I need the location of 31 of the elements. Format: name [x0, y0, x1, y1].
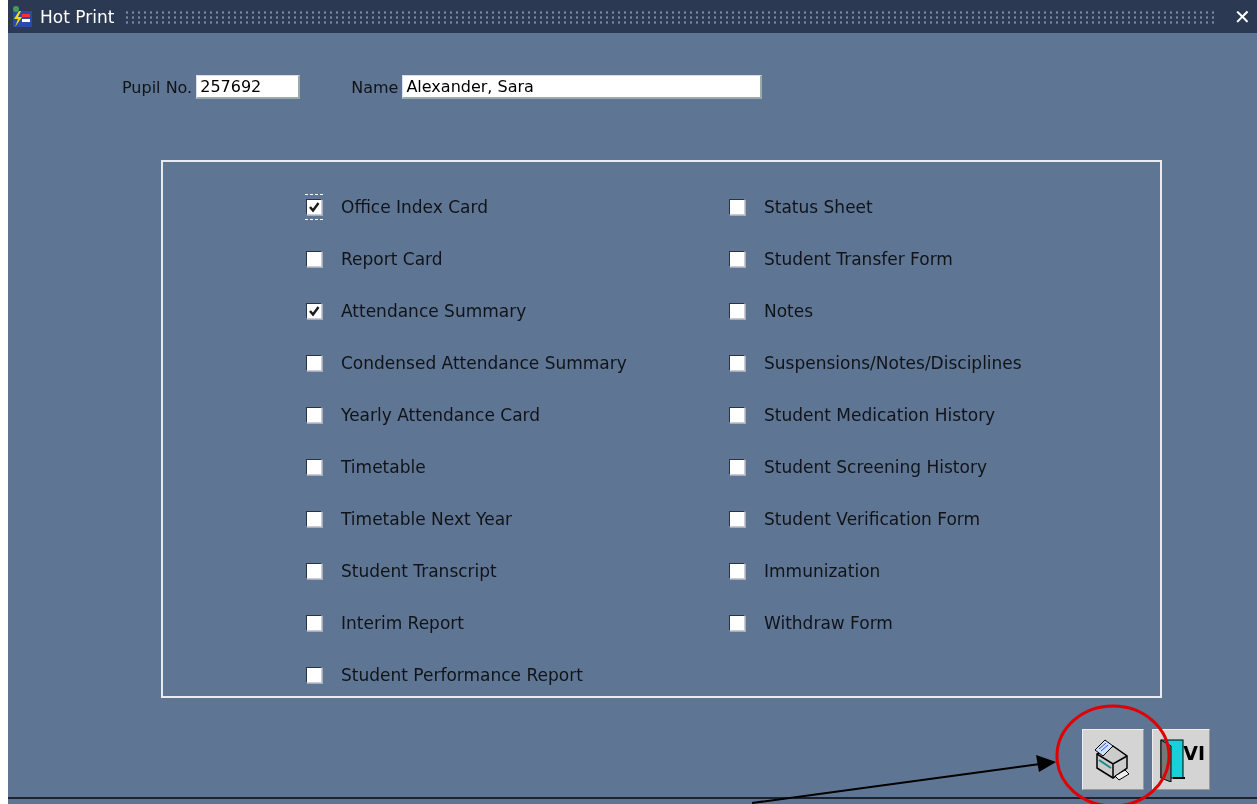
checkbox-label: Notes	[764, 301, 814, 321]
name-field[interactable]: Alexander, Sara	[402, 75, 763, 99]
checkbox-label: Attendance Summary	[341, 301, 527, 321]
checkbox-label: Report Card	[341, 249, 443, 269]
checkbox-label: Timetable Next Year	[341, 509, 513, 529]
checkbox-label: Student Transcript	[341, 561, 497, 581]
checkbox-label: Immunization	[764, 561, 881, 581]
checkbox-label: Student Verification Form	[764, 509, 981, 529]
checkbox-label: Student Transfer Form	[764, 249, 953, 269]
field-label: Name	[351, 77, 399, 97]
check-icon	[308, 305, 320, 317]
app-icon	[10, 4, 34, 29]
checkbox-label: Status Sheet	[764, 197, 873, 217]
window-title: Hot Print	[40, 6, 115, 27]
checkbox-label: Withdraw Form	[764, 613, 893, 633]
checkbox[interactable]	[305, 194, 323, 220]
checkbox-label: Office Index Card	[341, 197, 488, 217]
pupil-number-field[interactable]: 257692	[196, 75, 301, 99]
checkbox-label: Yearly Attendance Card	[341, 405, 541, 425]
close-button[interactable]: ✕	[1228, 4, 1257, 29]
checkbox-label: Student Screening History	[764, 457, 987, 477]
checkbox-label: Student Performance Report	[341, 665, 583, 685]
exit-button[interactable]: VI	[1152, 729, 1210, 790]
field-label: Pupil No.	[122, 77, 193, 97]
print-button[interactable]	[1082, 729, 1144, 790]
checkbox-label: Timetable	[341, 457, 426, 477]
checkbox-label: Interim Report	[341, 613, 464, 633]
checkbox-label: Suspensions/Notes/Disciplines	[764, 353, 1022, 373]
checkbox-label: Student Medication History	[764, 405, 996, 425]
checkbox-label: Condensed Attendance Summary	[341, 353, 627, 373]
check-icon	[308, 201, 320, 213]
